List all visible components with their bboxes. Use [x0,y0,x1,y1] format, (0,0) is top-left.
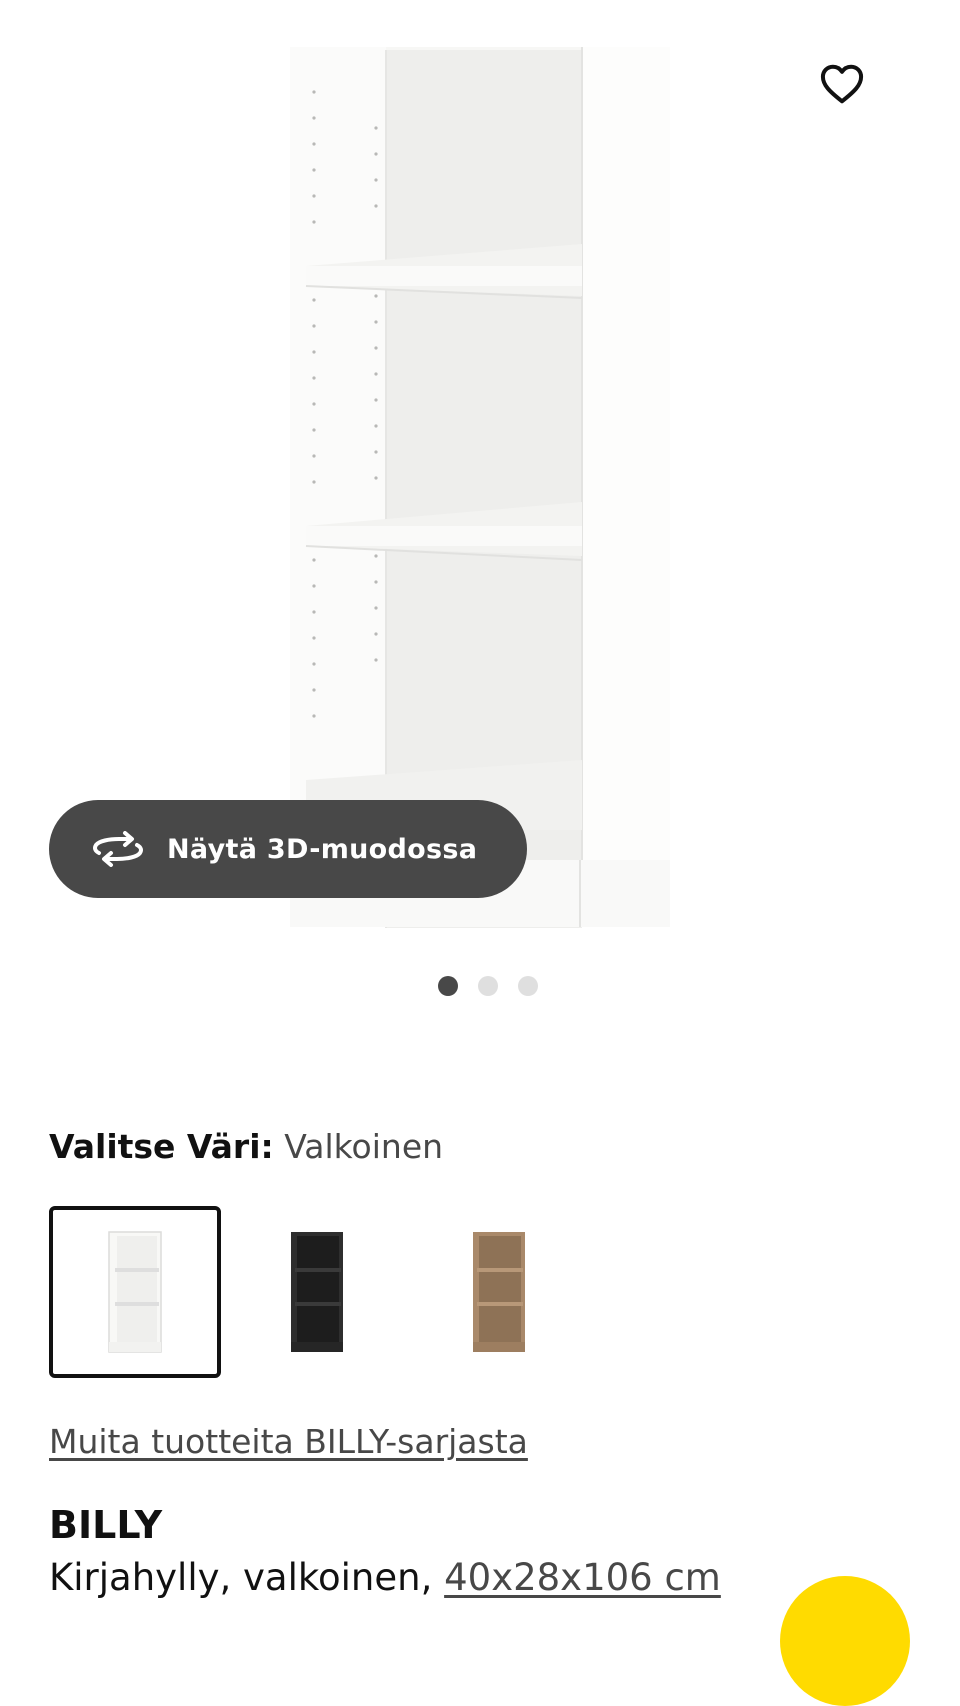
add-to-cart-fab[interactable] [780,1576,910,1706]
color-select-label: Valitse Väri: [49,1127,274,1166]
product-name: BILLY [49,1503,163,1547]
heart-icon [820,64,864,104]
rotate-3d-icon [91,831,145,867]
favorite-button[interactable] [818,60,866,108]
product-image-gallery[interactable]: Näytä 3D-muodossa [0,0,960,950]
color-select-heading: Valitse Väri: Valkoinen [49,1127,443,1166]
product-description: Kirjahylly, valkoinen, 40x28x106 cm [49,1556,721,1599]
color-swatch-white[interactable] [49,1206,221,1378]
black-bookcase-thumbnail [291,1232,343,1352]
view-3d-label: Näytä 3D-muodossa [167,833,478,865]
color-swatch-oak[interactable] [413,1206,585,1378]
view-3d-button[interactable]: Näytä 3D-muodossa [49,800,527,898]
product-description-text: Kirjahylly, valkoinen, [49,1556,445,1599]
color-selected-value: Valkoinen [284,1127,444,1166]
product-dimensions-link[interactable]: 40x28x106 cm [444,1556,721,1599]
series-products-link[interactable]: Muita tuotteita BILLY-sarjasta [49,1422,528,1461]
image-carousel-indicators [0,976,960,996]
color-swatch-list [49,1206,595,1378]
carousel-dot-2[interactable] [477,976,498,996]
oak-bookcase-thumbnail [473,1232,525,1352]
color-swatch-black-brown[interactable] [231,1206,403,1378]
carousel-dot-1[interactable] [437,976,458,996]
carousel-dot-3[interactable] [517,976,538,996]
white-bookcase-thumbnail [108,1231,162,1353]
